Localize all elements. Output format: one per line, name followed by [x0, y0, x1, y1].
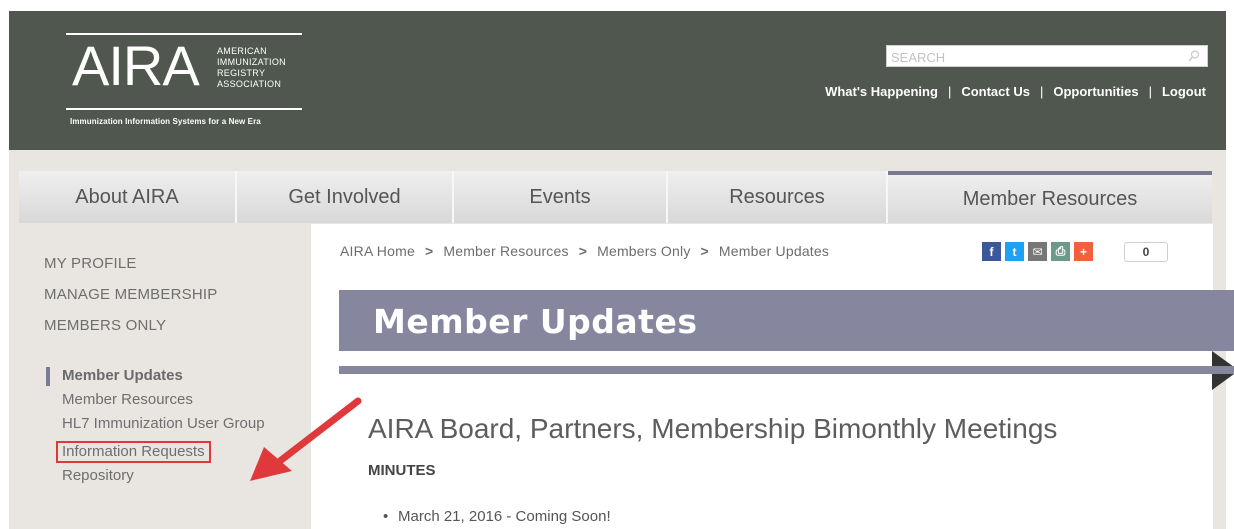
logo-tagline: Immunization Information Systems for a N…	[70, 117, 261, 126]
annotation-arrow-icon	[250, 397, 362, 481]
logout-link[interactable]: Logout	[1162, 84, 1206, 99]
print-icon[interactable]: ⎙	[1051, 242, 1070, 261]
breadcrumb-link-members-only[interactable]: Members Only	[597, 243, 690, 259]
breadcrumb-link-aira-home[interactable]: AIRA Home	[340, 243, 415, 259]
twitter-icon[interactable]: t	[1005, 242, 1024, 261]
breadcrumb: AIRA Home > Member Resources > Members Only >…	[340, 243, 829, 259]
whats-happening-link[interactable]: What's Happening	[825, 84, 938, 99]
share-count: 0	[1124, 242, 1168, 262]
email-icon[interactable]: ✉	[1028, 242, 1047, 261]
tab-events[interactable]: Events	[454, 171, 668, 223]
breadcrumb-separator: >	[424, 243, 434, 259]
sidebar: MY PROFILE MANAGE MEMBERSHIP MEMBERS ONL…	[44, 255, 304, 484]
aira-logo[interactable]: AIRA AMERICAN IMMUNIZATION REGISTRY ASSO…	[66, 22, 306, 142]
banner-underline	[339, 366, 1234, 374]
tab-about-aira[interactable]: About AIRA	[19, 171, 237, 223]
main-content	[311, 224, 1213, 529]
banner-fold	[1212, 374, 1234, 390]
breadcrumb-current: Member Updates	[718, 243, 830, 259]
logo-name-line: ASSOCIATION	[217, 79, 282, 89]
list-item[interactable]: March 21, 2016 - Coming Soon!	[383, 508, 611, 525]
breadcrumb-separator: >	[700, 243, 709, 259]
link-separator: |	[1039, 84, 1044, 99]
banner-fold	[1212, 351, 1234, 367]
header-links: What's Happening | Contact Us | Opportunitie…	[825, 84, 1206, 99]
logo-name-line: IMMUNIZATION	[217, 57, 286, 67]
article-title: AIRA Board, Partners, Membership Bimonth…	[368, 413, 1058, 444]
sidebar-item-member-updates[interactable]: Member Updates	[46, 367, 282, 386]
breadcrumb-separator: >	[578, 243, 588, 259]
logo-name-line: AMERICAN	[217, 46, 267, 56]
breadcrumb-link-member-resources[interactable]: Member Resources	[443, 243, 568, 259]
sidebar-item-manage-membership[interactable]: MANAGE MEMBERSHIP	[44, 286, 304, 303]
opportunities-link[interactable]: Opportunities	[1053, 84, 1138, 99]
minutes-heading: MINUTES	[368, 462, 436, 479]
main-nav: About AIRA Get Involved Events Resources…	[19, 171, 1212, 223]
sidebar-item-information-requests[interactable]: Information Requests	[56, 441, 211, 463]
search-input[interactable]	[891, 48, 1181, 66]
facebook-icon[interactable]: f	[982, 242, 1001, 261]
share-buttons: f t ✉ ⎙ +	[982, 242, 1093, 261]
sidebar-item-my-profile[interactable]: MY PROFILE	[44, 255, 304, 272]
page-title: Member Updates	[373, 302, 698, 341]
sidebar-item-members-only[interactable]: MEMBERS ONLY	[44, 317, 304, 334]
link-separator: |	[947, 84, 952, 99]
search-icon[interactable]	[1187, 49, 1201, 63]
site-header: AIRA AMERICAN IMMUNIZATION REGISTRY ASSO…	[9, 11, 1226, 150]
logo-name-line: REGISTRY	[217, 68, 266, 78]
logo-mark: AIRA	[72, 34, 200, 97]
page-title-banner: Member Updates	[339, 290, 1234, 351]
contact-us-link[interactable]: Contact Us	[961, 84, 1030, 99]
tab-get-involved[interactable]: Get Involved	[237, 171, 454, 223]
logo-full-name: AMERICAN IMMUNIZATION REGISTRY ASSOCIATI…	[217, 46, 317, 90]
tab-resources[interactable]: Resources	[668, 171, 888, 223]
plus-icon[interactable]: +	[1074, 242, 1093, 261]
search-box	[886, 45, 1208, 67]
tab-member-resources[interactable]: Member Resources	[888, 171, 1212, 223]
logo-rule-bottom	[66, 108, 302, 110]
link-separator: |	[1148, 84, 1152, 99]
